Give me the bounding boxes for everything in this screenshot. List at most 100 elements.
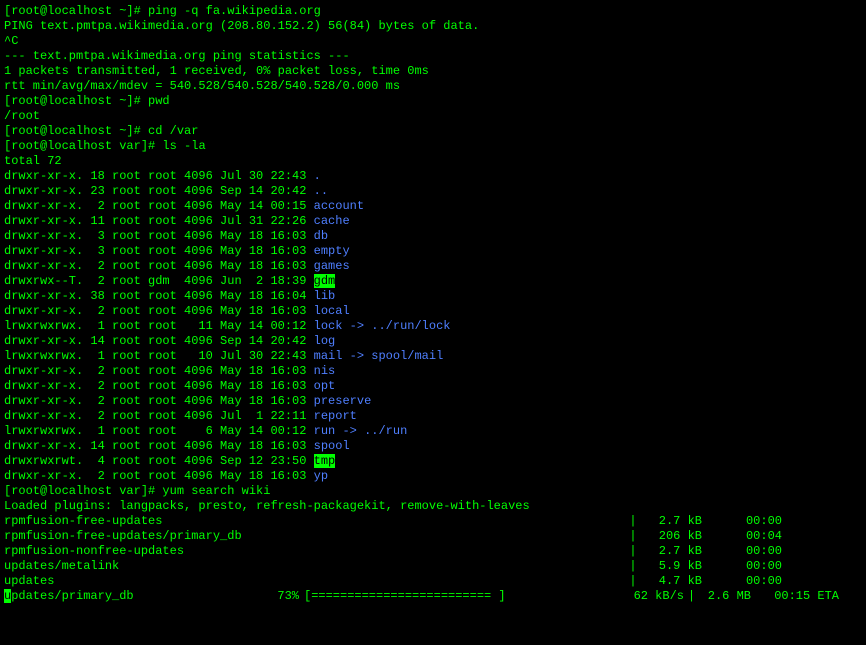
ls-row: drwxr-xr-x. 23 root root 4096 Sep 14 20:… — [4, 184, 862, 199]
ls-row: lrwxrwxrwx. 1 root root 11 May 14 00:12 … — [4, 319, 862, 334]
ls-name-yp: yp — [314, 469, 328, 483]
repo-time: 00:00 — [712, 559, 782, 574]
repo-sep: | — [624, 529, 642, 544]
cmd-pwd[interactable]: pwd — [141, 94, 170, 108]
ls-row: drwxr-xr-x. 14 root root 4096 May 18 16:… — [4, 439, 862, 454]
ls-name-account: account — [314, 199, 364, 213]
ls-name-lock: lock — [314, 319, 343, 333]
ls-row: drwxr-xr-x. 3 root root 4096 May 18 16:0… — [4, 229, 862, 244]
progress-pct: 73% — [254, 589, 304, 604]
download-progress: updates/primary_db73%[==================… — [4, 589, 862, 604]
ls-perms: drwxr-xr-x. 3 root root 4096 May 18 16:0… — [4, 244, 314, 258]
ls-name-spool: spool — [314, 439, 350, 453]
ls-link-target: -> spool/mail — [342, 349, 443, 363]
repo-row: updates|4.7 kB00:00 — [4, 574, 862, 589]
ls-perms: drwxr-xr-x. 2 root root 4096 May 18 16:0… — [4, 394, 314, 408]
ls-name-.: . — [314, 169, 321, 183]
repo-size: 2.7 kB — [642, 514, 712, 529]
ls-perms: drwxr-xr-x. 2 root root 4096 May 18 16:0… — [4, 364, 314, 378]
ls-perms: lrwxrwxrwx. 1 root root 6 May 14 00:12 — [4, 424, 314, 438]
repo-name: updates — [4, 574, 624, 589]
ls-link-target: -> ../run/lock — [342, 319, 450, 333]
terminal-output[interactable]: [root@localhost ~]# ping -q fa.wikipedia… — [4, 4, 862, 604]
ls-name-db: db — [314, 229, 328, 243]
ls-perms: drwxr-xr-x. 38 root root 4096 May 18 16:… — [4, 289, 314, 303]
repo-size: 5.9 kB — [642, 559, 712, 574]
pwd-output: /root — [4, 109, 40, 123]
ls-row: drwxrwxrwt. 4 root root 4096 Sep 12 23:5… — [4, 454, 862, 469]
ls-perms: drwxrwxrwt. 4 root root 4096 Sep 12 23:5… — [4, 454, 314, 468]
ls-row: drwxr-xr-x. 2 root root 4096 May 18 16:0… — [4, 379, 862, 394]
ls-name-..: .. — [314, 184, 328, 198]
repo-size: 4.7 kB — [642, 574, 712, 589]
ls-perms: drwxr-xr-x. 3 root root 4096 May 18 16:0… — [4, 229, 314, 243]
ls-perms: drwxr-xr-x. 2 root root 4096 May 18 16:0… — [4, 304, 314, 318]
prompt: [root@localhost ~]# — [4, 4, 141, 18]
ls-name-empty: empty — [314, 244, 350, 258]
ls-name-lib: lib — [314, 289, 336, 303]
ls-row: lrwxrwxrwx. 1 root root 6 May 14 00:12 r… — [4, 424, 862, 439]
ls-row: drwxr-xr-x. 18 root root 4096 Jul 30 22:… — [4, 169, 862, 184]
ctrl-c: ^C — [4, 34, 18, 48]
ls-row: drwxr-xr-x. 2 root root 4096 May 18 16:0… — [4, 304, 862, 319]
ls-name-local: local — [314, 304, 350, 318]
ls-perms: drwxr-xr-x. 2 root root 4096 May 18 16:0… — [4, 259, 314, 273]
ls-row: drwxr-xr-x. 2 root root 4096 May 18 16:0… — [4, 364, 862, 379]
ls-name-preserve: preserve — [314, 394, 372, 408]
repo-time: 00:00 — [712, 514, 782, 529]
ls-name-report: report — [314, 409, 357, 423]
repo-size: 206 kB — [642, 529, 712, 544]
ls-name-log: log — [314, 334, 336, 348]
repo-name: updates/metalink — [4, 559, 624, 574]
repo-name: rpmfusion-nonfree-updates — [4, 544, 624, 559]
ls-row: drwxr-xr-x. 11 root root 4096 Jul 31 22:… — [4, 214, 862, 229]
ls-name-mail: mail — [314, 349, 343, 363]
repo-sep: | — [624, 514, 642, 529]
prompt: [root@localhost ~]# — [4, 94, 141, 108]
ping-stats-header: --- text.pmtpa.wikimedia.org ping statis… — [4, 49, 350, 63]
repo-sep: | — [624, 544, 642, 559]
ls-perms: lrwxrwxrwx. 1 root root 10 Jul 30 22:43 — [4, 349, 314, 363]
ls-perms: drwxr-xr-x. 23 root root 4096 Sep 14 20:… — [4, 184, 314, 198]
ls-perms: drwxr-xr-x. 18 root root 4096 Jul 30 22:… — [4, 169, 314, 183]
repo-time: 00:00 — [712, 544, 782, 559]
repo-row: rpmfusion-free-updates/primary_db|206 kB… — [4, 529, 862, 544]
ls-perms: drwxr-xr-x. 2 root root 4096 May 18 16:0… — [4, 469, 314, 483]
cmd-cd[interactable]: cd /var — [141, 124, 199, 138]
ls-row: drwxr-xr-x. 3 root root 4096 May 18 16:0… — [4, 244, 862, 259]
cmd-yum[interactable]: yum search wiki — [155, 484, 270, 498]
ping-header: PING text.pmtpa.wikimedia.org (208.80.15… — [4, 19, 479, 33]
ls-row: drwxr-xr-x. 38 root root 4096 May 18 16:… — [4, 289, 862, 304]
ls-perms: drwxr-xr-x. 14 root root 4096 May 18 16:… — [4, 439, 314, 453]
repo-time: 00:04 — [712, 529, 782, 544]
ls-perms: drwxr-xr-x. 14 root root 4096 Sep 14 20:… — [4, 334, 314, 348]
cmd-ls[interactable]: ls -la — [155, 139, 205, 153]
ls-row: drwxr-xr-x. 2 root root 4096 May 18 16:0… — [4, 259, 862, 274]
yum-plugins: Loaded plugins: langpacks, presto, refre… — [4, 499, 530, 513]
repo-time: 00:00 — [712, 574, 782, 589]
ls-perms: lrwxrwxrwx. 1 root root 11 May 14 00:12 — [4, 319, 314, 333]
ls-name-tmp: tmp — [314, 454, 336, 468]
progress-eta: 00:15 ETA — [759, 589, 839, 604]
repo-row: updates/metalink|5.9 kB00:00 — [4, 559, 862, 574]
ping-stats-2: rtt min/avg/max/mdev = 540.528/540.528/5… — [4, 79, 400, 93]
progress-size: 2.6 MB — [699, 589, 759, 604]
repo-row: rpmfusion-free-updates|2.7 kB00:00 — [4, 514, 862, 529]
ls-perms: drwxrwx--T. 2 root gdm 4096 Jun 2 18:39 — [4, 274, 314, 288]
ls-link-target: -> ../run — [335, 424, 407, 438]
repo-row: rpmfusion-nonfree-updates|2.7 kB00:00 — [4, 544, 862, 559]
ls-name-run: run — [314, 424, 336, 438]
ls-row: drwxr-xr-x. 2 root root 4096 May 18 16:0… — [4, 394, 862, 409]
repo-name: rpmfusion-free-updates/primary_db — [4, 529, 624, 544]
ls-row: drwxr-xr-x. 2 root root 4096 May 14 00:1… — [4, 199, 862, 214]
ls-name-games: games — [314, 259, 350, 273]
repo-size: 2.7 kB — [642, 544, 712, 559]
cmd-ping[interactable]: ping -q fa.wikipedia.org — [141, 4, 321, 18]
ls-row: drwxrwx--T. 2 root gdm 4096 Jun 2 18:39 … — [4, 274, 862, 289]
ls-row: drwxr-xr-x. 2 root root 4096 Jul 1 22:11… — [4, 409, 862, 424]
prompt: [root@localhost ~]# — [4, 124, 141, 138]
ls-name-cache: cache — [314, 214, 350, 228]
progress-label: pdates/primary_db — [11, 589, 133, 603]
ls-perms: drwxr-xr-x. 2 root root 4096 May 18 16:0… — [4, 379, 314, 393]
ls-row: lrwxrwxrwx. 1 root root 10 Jul 30 22:43 … — [4, 349, 862, 364]
